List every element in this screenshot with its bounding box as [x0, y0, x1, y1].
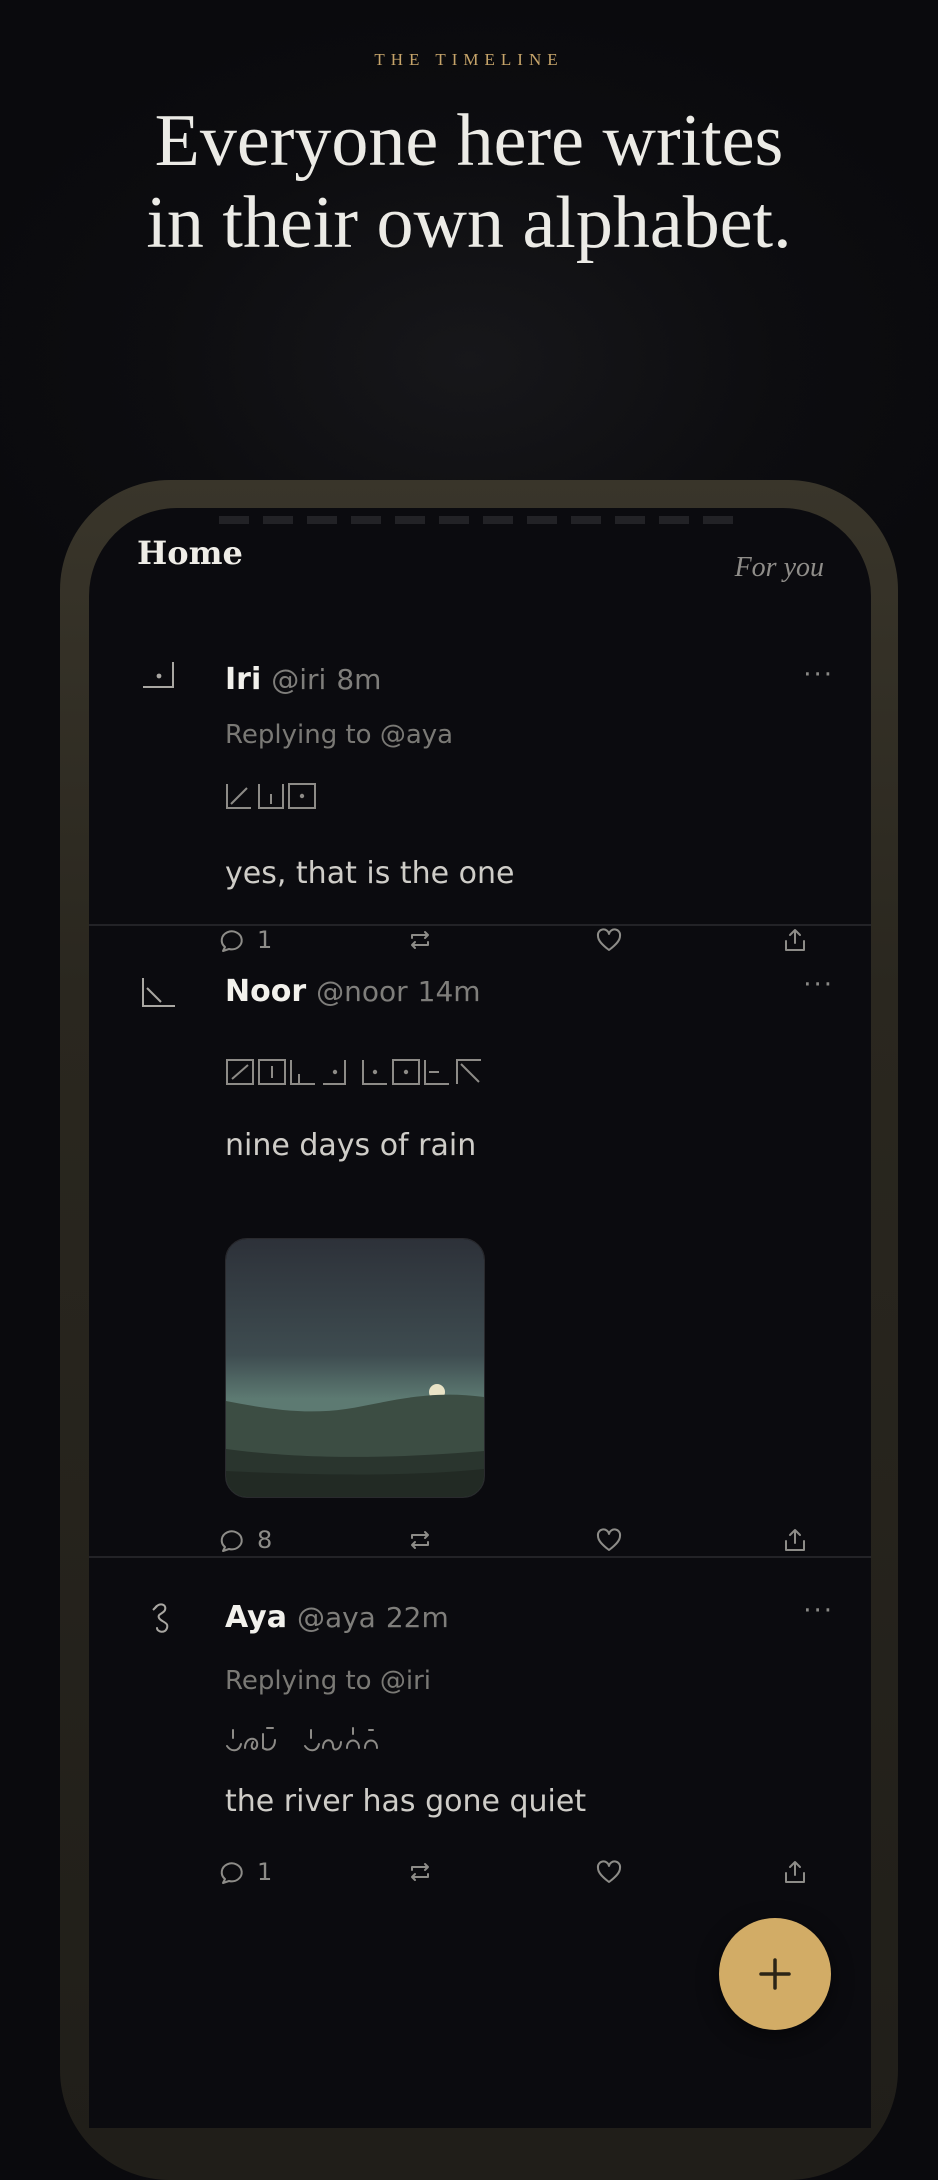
post-actions: 1 — [219, 1858, 831, 1886]
repost-arrows-icon — [411, 1863, 429, 1881]
author-handle[interactable]: @noor — [316, 975, 408, 1008]
replying-to[interactable]: Replying to @iri — [225, 1666, 431, 1696]
landscape-photo-image — [226, 1239, 484, 1497]
speech-bubble-icon — [220, 1530, 243, 1552]
heart-icon — [596, 1860, 622, 1883]
repost-button[interactable] — [405, 1526, 595, 1554]
repost-arrows-icon — [411, 1531, 429, 1549]
share-upload-icon — [785, 1529, 805, 1551]
avatar[interactable] — [145, 1600, 181, 1636]
heart-icon — [596, 1528, 622, 1551]
reply-button[interactable]: 1 — [219, 1858, 405, 1886]
speech-bubble-icon — [220, 1862, 243, 1884]
ellipsis-icon[interactable]: ··· — [803, 970, 834, 1000]
page-eyebrow: THE TIMELINE — [374, 50, 564, 69]
headline-line-1: Everyone here writes — [154, 100, 784, 182]
post-text: nine days of rain — [225, 1128, 477, 1163]
scrolled-text-remnant — [219, 516, 739, 524]
compose-button[interactable] — [719, 1918, 831, 2030]
app-title: Home — [137, 534, 243, 572]
avatar[interactable] — [141, 656, 177, 692]
script-text-glyphs — [226, 783, 316, 809]
post-card[interactable]: Iri @iri 8m ··· Replying to @aya yes, th… — [89, 600, 871, 954]
author-handle[interactable]: @aya — [297, 1601, 376, 1634]
reply-button[interactable]: 8 — [219, 1526, 405, 1554]
reply-count: 1 — [257, 1858, 273, 1886]
author-name[interactable]: Iri — [225, 662, 261, 697]
author-handle[interactable]: @iri — [271, 663, 326, 696]
page-headline: Everyone here writes in their own alphab… — [0, 100, 938, 264]
share-button[interactable] — [781, 1858, 809, 1886]
replying-to[interactable]: Replying to @aya — [225, 720, 453, 750]
script-text-glyphs — [226, 1059, 481, 1085]
plus-icon — [759, 1958, 791, 1990]
script-text-glyphs — [226, 1727, 378, 1752]
reply-count: 8 — [257, 1526, 273, 1554]
avatar[interactable] — [141, 974, 177, 1010]
post-actions: 8 — [219, 1526, 831, 1554]
repost-button[interactable] — [405, 1858, 595, 1886]
share-upload-icon — [785, 1861, 805, 1883]
post-card[interactable]: Noor @noor 14m ··· nine days of rain 8 — [89, 926, 871, 1558]
author-name[interactable]: Noor — [225, 974, 306, 1009]
post-text: the river has gone quiet — [225, 1784, 587, 1819]
post-time: 14m — [417, 975, 481, 1008]
author-name[interactable]: Aya — [225, 1600, 287, 1635]
share-button[interactable] — [781, 1526, 809, 1554]
post-time: 22m — [385, 1601, 449, 1634]
tab-for-you[interactable]: For you — [735, 552, 824, 584]
timeline-feed: Iri @iri 8m ··· Replying to @aya yes, th… — [89, 600, 871, 1978]
headline-line-2: in their own alphabet. — [146, 182, 792, 264]
post-card[interactable]: Aya @aya 22m ··· Replying to @iri the ri… — [89, 1558, 871, 1978]
like-button[interactable] — [595, 1526, 781, 1554]
ellipsis-icon[interactable]: ··· — [803, 660, 834, 690]
ellipsis-icon[interactable]: ··· — [803, 1596, 834, 1626]
phone-screen: Home For you Iri @iri 8m ··· Replying to… — [89, 508, 871, 2128]
like-button[interactable] — [595, 1858, 781, 1886]
post-image[interactable] — [225, 1238, 485, 1498]
post-text: yes, that is the one — [225, 856, 515, 891]
post-time: 8m — [336, 663, 382, 696]
